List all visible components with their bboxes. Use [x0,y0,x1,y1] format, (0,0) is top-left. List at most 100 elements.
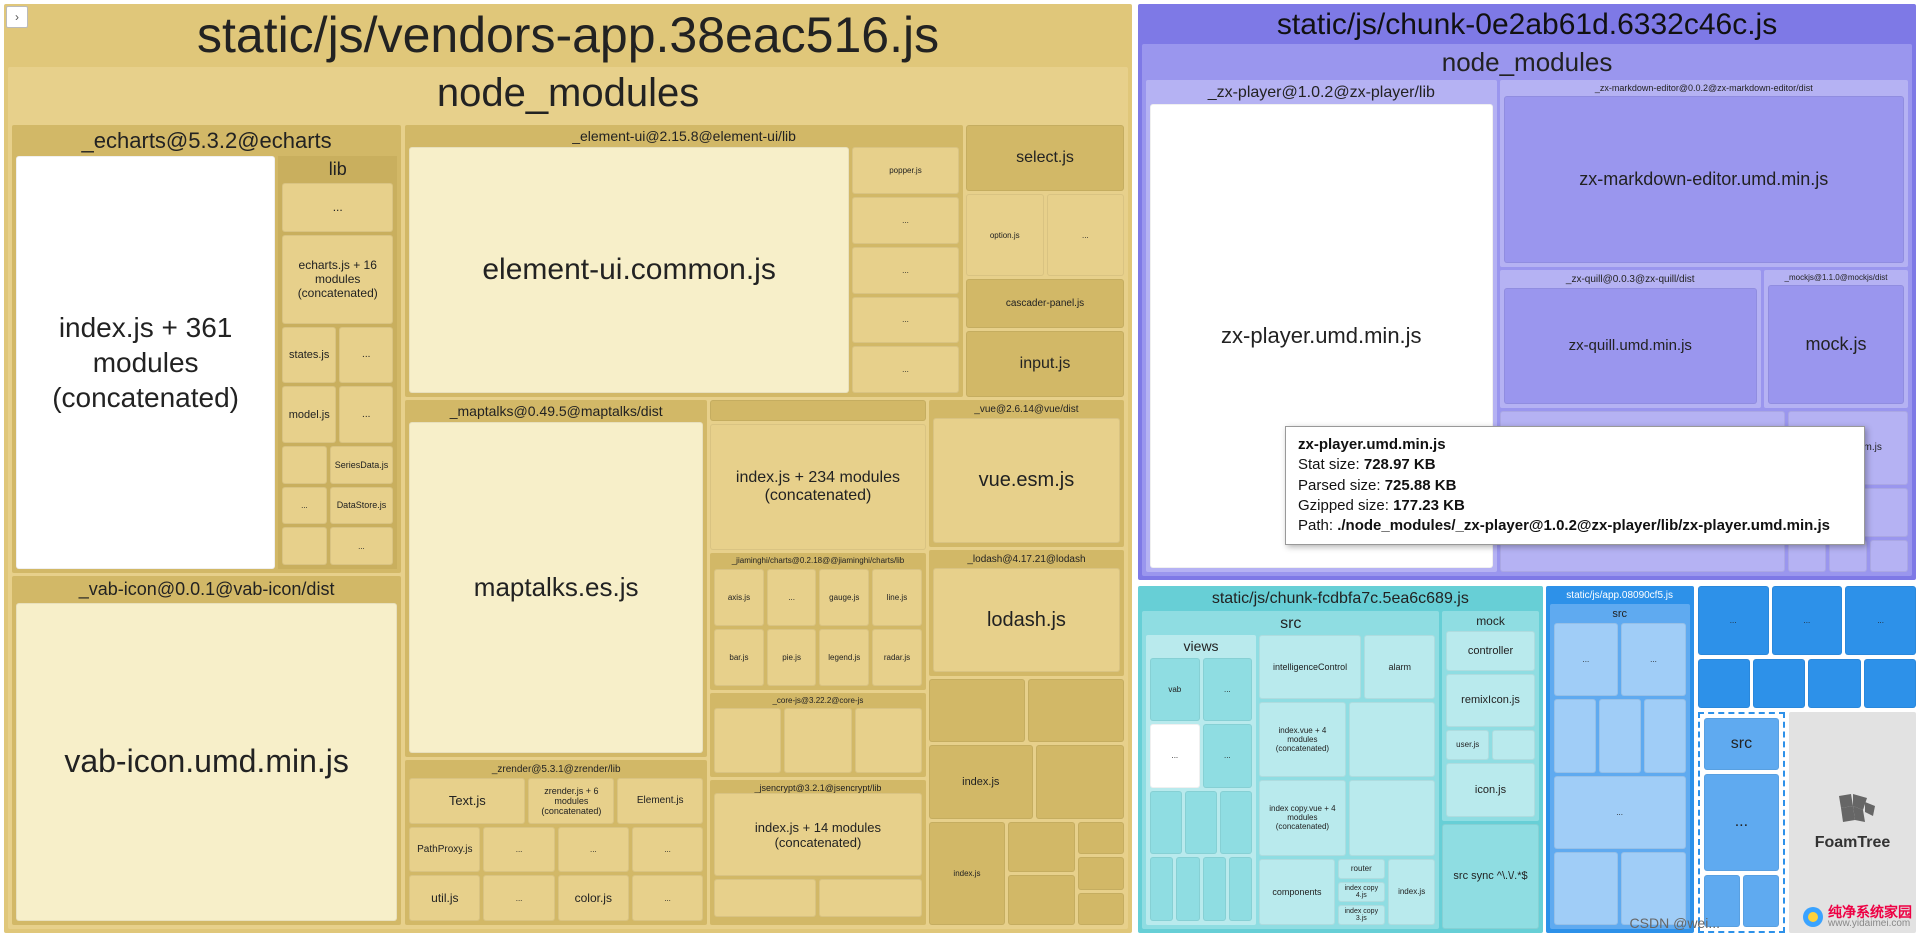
module[interactable]: ... [483,875,554,921]
module[interactable] [1808,659,1860,708]
module[interactable] [1150,857,1173,921]
module[interactable] [1349,702,1436,777]
module[interactable] [1349,780,1436,855]
module[interactable]: ... [1621,623,1686,696]
module[interactable]: model.js [282,386,336,443]
pkg-jsencrypt[interactable]: _jsencrypt@3.2.1@jsencrypt/lib index.js … [710,780,926,926]
pkg-zx-markdown[interactable]: _zx-markdown-editor@0.0.2@zx-markdown-ed… [1500,80,1908,267]
module[interactable]: ... [1554,623,1619,696]
module[interactable] [1753,659,1805,708]
bundle-app-chunk[interactable]: static/js/app.08090cf5.js src ... ... [1546,586,1694,933]
dashed-group[interactable]: src ... [1698,712,1785,933]
group-mock[interactable]: mock controller remixIcon.js user.js ico… [1442,611,1538,821]
module[interactable] [1008,875,1074,925]
module[interactable] [784,708,851,772]
module[interactable]: ... [1047,194,1125,276]
module[interactable]: ... [339,386,393,443]
module[interactable]: user.js [1446,730,1489,760]
module[interactable]: ... [1203,724,1252,788]
module[interactable]: bar.js [714,629,764,686]
pkg-vab-icon[interactable]: _vab-icon@0.0.1@vab-icon/dist vab-icon.u… [12,576,401,925]
module[interactable]: DataStore.js [330,487,394,525]
module[interactable] [1599,699,1641,772]
module-mockjs[interactable]: mock.js [1768,285,1904,403]
module[interactable]: popper.js [852,147,959,194]
module-vab-icon[interactable]: vab-icon.umd.min.js [16,603,397,921]
module[interactable]: ... [632,827,703,873]
module[interactable]: router [1338,859,1385,879]
module-maptalks[interactable]: maptalks.es.js [409,422,703,753]
module[interactable]: ... [852,297,959,344]
module[interactable]: ... [1554,776,1686,849]
module[interactable]: states.js [282,327,336,384]
module[interactable]: ... [852,247,959,294]
module-select[interactable]: select.js [966,125,1124,191]
module[interactable] [714,879,816,918]
bundle-vendors-app[interactable]: static/js/vendors-app.38eac516.js node_m… [4,4,1132,933]
module[interactable]: Text.js [409,778,525,824]
module[interactable] [1621,852,1686,925]
module[interactable]: option.js [966,194,1044,276]
module[interactable] [1008,822,1074,872]
module[interactable] [1870,540,1908,572]
module[interactable]: index copy 4.js [1338,882,1385,902]
module[interactable] [1554,852,1619,925]
module[interactable]: index.js + 14 modules (concatenated) [714,793,922,876]
module[interactable] [1554,699,1596,772]
module[interactable]: color.js [558,875,629,921]
module-vue[interactable]: vue.esm.js [933,418,1120,543]
group-src[interactable]: src ... ... ... [1550,604,1690,929]
module[interactable]: ... [330,527,394,565]
sidebar-toggle[interactable]: › [6,6,28,28]
group-node-modules[interactable]: node_modules _echarts@5.3.2@echarts inde… [8,67,1128,929]
module[interactable] [1078,857,1124,890]
module[interactable] [1176,857,1199,921]
module-zx-quill[interactable]: zx-quill.umd.min.js [1504,288,1757,404]
module[interactable] [1229,857,1252,921]
module[interactable]: controller [1446,631,1534,671]
module[interactable]: ... [282,487,326,525]
module[interactable]: ... [1203,658,1252,722]
group-views[interactable]: views vab ... ... ... [1146,635,1256,925]
module[interactable]: ... [339,327,393,384]
module-src-sync[interactable]: src sync ^\.\/.*$ [1442,824,1538,929]
module[interactable]: index.js [929,745,1033,819]
module[interactable]: index.js [929,822,1005,926]
module[interactable]: src [1704,718,1779,770]
module[interactable] [1698,659,1750,708]
module[interactable] [1492,730,1535,760]
module[interactable] [714,708,781,772]
module[interactable] [282,527,326,565]
module-zx-markdown[interactable]: zx-markdown-editor.umd.min.js [1504,96,1904,262]
module[interactable] [1644,699,1686,772]
pkg-mockjs[interactable]: _mockjs@1.1.0@mockjs/dist mock.js [1764,270,1908,408]
module[interactable]: ... [1704,774,1779,871]
module[interactable]: icon.js [1446,763,1534,817]
module[interactable]: alarm [1364,635,1435,699]
module[interactable]: components [1259,859,1335,925]
module[interactable] [1743,875,1779,927]
module[interactable] [1220,791,1252,855]
module-echarts-index[interactable]: index.js + 361 modules (concatenated) [16,156,275,569]
module[interactable]: line.js [872,569,922,626]
pkg-echarts[interactable]: _echarts@5.3.2@echarts index.js + 361 mo… [12,125,401,573]
module[interactable] [1028,679,1124,742]
module-lodash[interactable]: lodash.js [933,568,1120,672]
module[interactable]: index copy 3.js [1338,905,1385,925]
module[interactable]: gauge.js [819,569,869,626]
module[interactable]: vab [1150,658,1199,722]
module[interactable]: echarts.js + 16 modules (concatenated) [282,235,393,324]
module[interactable]: index.vue + 4 modules (concatenated) [1259,702,1346,777]
module[interactable]: zrender.js + 6 modules (concatenated) [528,778,614,824]
module-element-ui-common[interactable]: element-ui.common.js [409,147,849,393]
module[interactable]: pie.js [767,629,817,686]
module[interactable]: index.js + 234 modules (concatenated) [710,424,926,550]
module[interactable]: ... [558,827,629,873]
pkg-core-js[interactable]: _core-js@3.22.2@core-js [710,693,926,777]
module[interactable]: util.js [409,875,480,921]
module[interactable]: ... [1698,586,1769,655]
module[interactable] [282,446,326,484]
module[interactable]: cascader-panel.js [966,279,1124,328]
foamtree-logo-panel[interactable]: FoamTree [1789,712,1916,933]
module[interactable]: ... [282,183,393,232]
